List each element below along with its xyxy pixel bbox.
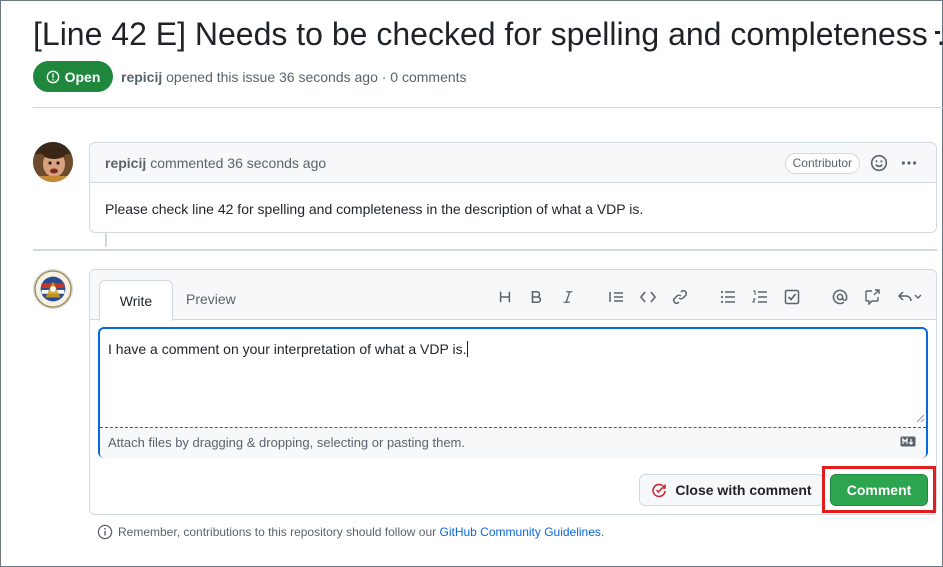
current-user-avatar[interactable] (33, 269, 73, 309)
text-caret (467, 341, 469, 357)
smiley-icon[interactable] (870, 154, 888, 172)
comment-input-value: I have a comment on your interpretation … (108, 341, 467, 357)
ordered-list-icon[interactable] (751, 288, 769, 306)
tab-write[interactable]: Write (99, 280, 173, 321)
task-list-icon[interactable] (783, 288, 801, 306)
tab-preview[interactable]: Preview (186, 291, 236, 307)
guidelines-note: Remember, contributions to this reposito… (97, 524, 604, 540)
avatar[interactable] (33, 142, 73, 182)
mention-icon[interactable] (831, 288, 849, 306)
issue-open-icon (46, 70, 59, 83)
comment-body: Please check line 42 for spelling and co… (105, 201, 644, 217)
issue-title: [Line 42 E] Needs to be checked for spel… (33, 16, 943, 52)
resize-handle-icon[interactable] (915, 413, 925, 423)
seal-avatar (34, 270, 72, 308)
contributor-badge: Contributor (784, 153, 860, 174)
timeline-connector (105, 233, 107, 247)
issue-comment: repicij commented 36 seconds ago Contrib… (89, 142, 937, 233)
unordered-list-icon[interactable] (719, 288, 737, 306)
code-icon[interactable] (639, 288, 657, 306)
info-icon (97, 524, 113, 540)
close-with-comment-label: Close with comment (675, 482, 812, 498)
quote-icon[interactable] (607, 288, 625, 306)
reference-icon[interactable] (863, 288, 881, 306)
issue-meta: repicij opened this issue 36 seconds ago… (121, 69, 467, 85)
timeline-divider (33, 249, 937, 251)
comment-header: repicij commented 36 seconds ago Contrib… (90, 143, 936, 183)
kebab-menu-icon[interactable] (900, 154, 918, 172)
issue-closed-icon (652, 483, 667, 498)
comment-submit-button[interactable]: Comment (830, 474, 928, 506)
attach-files-bar[interactable]: Attach files by dragging & dropping, sel… (100, 427, 926, 458)
comment-time[interactable]: commented 36 seconds ago (150, 155, 326, 171)
issue-author-link[interactable]: repicij (121, 69, 162, 85)
close-with-comment-button[interactable]: Close with comment (639, 474, 824, 506)
avatar-photo (33, 142, 73, 182)
header-divider (33, 107, 943, 108)
issue-state-badge: Open (33, 61, 113, 92)
reply-icon[interactable] (897, 288, 923, 306)
comment-textarea[interactable]: I have a comment on your interpretation … (98, 327, 928, 458)
markdown-icon[interactable] (900, 436, 916, 447)
attach-hint: Attach files by dragging & dropping, sel… (108, 435, 465, 450)
title-overflow-mark (935, 31, 940, 34)
bold-icon[interactable] (527, 288, 545, 306)
heading-icon[interactable] (496, 288, 514, 306)
issue-state-label: Open (64, 68, 101, 85)
community-guidelines-link[interactable]: GitHub Community Guidelines (440, 525, 601, 539)
comment-author-link[interactable]: repicij (105, 155, 146, 171)
issue-opened-text: opened this issue 36 seconds ago · 0 com… (166, 69, 467, 85)
italic-icon[interactable] (559, 288, 577, 306)
editor-header: Write Preview (90, 270, 936, 321)
link-icon[interactable] (671, 288, 689, 306)
guidelines-prefix: Remember, contributions to this reposito… (118, 525, 437, 539)
guidelines-suffix: . (600, 525, 605, 539)
